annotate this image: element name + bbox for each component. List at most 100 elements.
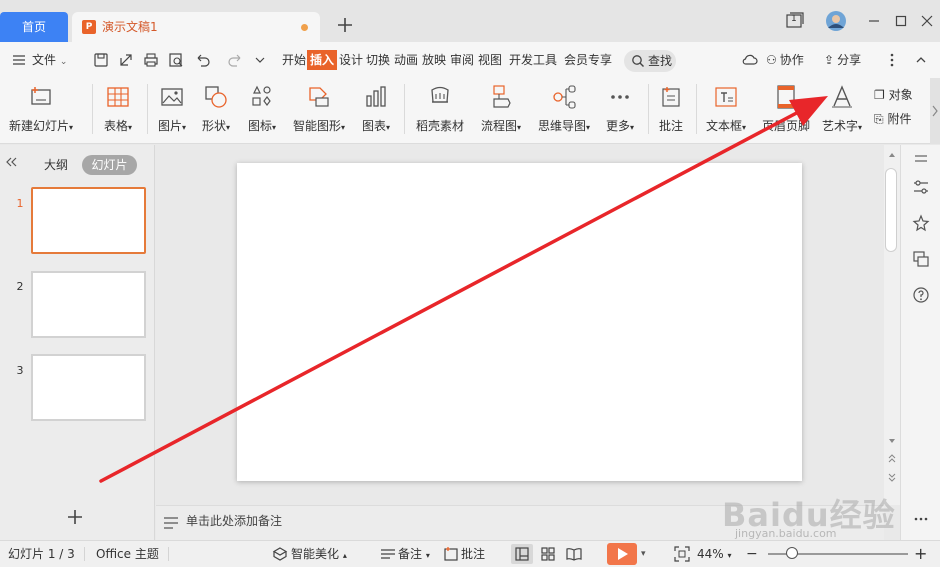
mindmap-label: 思维导图: [537, 119, 586, 133]
slide-number: 3: [16, 364, 24, 377]
slide-canvas[interactable]: [237, 163, 802, 481]
redo-icon[interactable]: [228, 52, 244, 68]
ribbon-scroll-right[interactable]: [930, 78, 940, 144]
divider: [404, 84, 405, 134]
divider: [84, 547, 85, 561]
smartart-button[interactable]: 智能图形▾: [288, 78, 350, 140]
tab-insert[interactable]: 插入: [307, 50, 338, 70]
comments-button[interactable]: 批注: [461, 541, 485, 567]
help-icon[interactable]: [912, 286, 930, 304]
slide-thumbnail-3[interactable]: [31, 354, 146, 421]
scrollbar-thumb[interactable]: [885, 168, 897, 252]
tab-transition[interactable]: 切换: [365, 50, 391, 70]
tab-slideshow[interactable]: 放映: [421, 50, 447, 70]
export-icon[interactable]: [118, 52, 134, 68]
scroll-up-icon[interactable]: [887, 151, 897, 159]
minimize-button[interactable]: [865, 12, 883, 30]
user-avatar[interactable]: [825, 10, 847, 32]
tab-home[interactable]: 首页: [0, 12, 68, 42]
sidebar-more-icon[interactable]: [912, 510, 930, 528]
more-button[interactable]: 更多▾: [600, 78, 640, 140]
print-preview-icon[interactable]: [168, 52, 184, 68]
transition-icon[interactable]: [912, 250, 930, 268]
wordart-label: 艺术字: [821, 119, 858, 133]
tab-start[interactable]: 开始: [281, 50, 307, 70]
collapse-panel-icon[interactable]: [4, 155, 18, 169]
animation-star-icon[interactable]: [912, 214, 930, 232]
chevron-down-icon: ▾: [341, 123, 346, 132]
new-slide-button[interactable]: 新建幻灯片▾: [6, 78, 76, 140]
file-menu[interactable]: 文件 ⌄: [32, 51, 67, 69]
more-label: 更多: [605, 119, 630, 133]
share-button[interactable]: ⇪ 分享: [824, 51, 861, 69]
flowchart-label: 流程图: [480, 119, 517, 133]
tab-document[interactable]: P 演示文稿1: [72, 12, 320, 42]
mindmap-button[interactable]: 思维导图▾: [532, 78, 596, 140]
search-icon: [632, 55, 644, 67]
new-tab-button[interactable]: [336, 16, 354, 34]
object-button[interactable]: ❐ 对象: [874, 86, 913, 104]
picture-button[interactable]: 图片▾: [152, 78, 192, 140]
tab-slides[interactable]: 幻灯片: [82, 155, 137, 175]
status-bar: 幻灯片 1 / 3 Office 主题 智能美化 ▴ 备注 ▾ 批注 ▾ 44%…: [0, 540, 940, 567]
tab-animation[interactable]: 动画: [393, 50, 419, 70]
slide-thumbnail-2[interactable]: [31, 271, 146, 338]
attachment-label: 附件: [887, 112, 912, 126]
flowchart-button[interactable]: 流程图▾: [474, 78, 528, 140]
cloud-sync-icon[interactable]: [741, 52, 758, 68]
wordart-button[interactable]: 艺术字▾: [818, 78, 866, 140]
chart-button[interactable]: 图表▾: [356, 78, 396, 140]
zoom-out-button[interactable]: −: [746, 541, 758, 567]
normal-view-button[interactable]: [511, 544, 533, 564]
docer-material-button[interactable]: 稻壳素材: [410, 78, 470, 140]
scroll-down-icon[interactable]: [887, 437, 897, 445]
slideshow-options-dropdown[interactable]: ▾: [641, 541, 646, 567]
fit-window-icon[interactable]: [674, 546, 690, 562]
zoom-slider-handle[interactable]: [786, 547, 798, 559]
save-icon[interactable]: [93, 52, 109, 68]
table-button[interactable]: 表格▾: [98, 78, 138, 140]
tab-design[interactable]: 设计: [338, 50, 364, 70]
tab-member[interactable]: 会员专享: [563, 50, 613, 70]
textbox-button[interactable]: 文本框▾: [700, 78, 752, 140]
reading-view-button[interactable]: [566, 546, 582, 562]
window-switch-button[interactable]: 1: [785, 12, 804, 30]
maximize-button[interactable]: [892, 12, 910, 30]
theme-name[interactable]: Office 主题: [96, 541, 159, 567]
search-box[interactable]: 查找: [624, 50, 676, 72]
prev-slide-icon[interactable]: [887, 453, 897, 463]
more-options-icon[interactable]: [888, 52, 904, 68]
tab-developer[interactable]: 开发工具: [508, 50, 558, 70]
print-icon[interactable]: [143, 52, 159, 68]
slide-thumbnail-1[interactable]: [31, 187, 146, 254]
sidebar-menu-icon[interactable]: [912, 150, 930, 168]
tab-review[interactable]: 审阅: [449, 50, 475, 70]
table-label: 表格: [103, 119, 128, 133]
chevron-down-icon: ▾: [128, 123, 133, 132]
unsaved-dot-icon: [301, 24, 308, 31]
zoom-in-button[interactable]: +: [914, 541, 927, 567]
add-slide-button[interactable]: [66, 508, 84, 526]
header-footer-button[interactable]: 页眉页脚: [758, 78, 814, 140]
comment-button[interactable]: 批注: [652, 78, 690, 140]
properties-icon[interactable]: [912, 178, 930, 196]
hamburger-icon[interactable]: [12, 53, 28, 69]
undo-icon[interactable]: [194, 52, 210, 68]
attachment-button[interactable]: ⎘ 附件: [874, 110, 911, 128]
tab-outline[interactable]: 大纲: [38, 155, 74, 175]
shapes-button[interactable]: 形状▾: [196, 78, 236, 140]
smart-beautify-button[interactable]: 智能美化 ▴: [291, 541, 347, 567]
tab-view[interactable]: 视图: [477, 50, 503, 70]
play-slideshow-button[interactable]: [607, 543, 637, 565]
icons-button[interactable]: 图标▾: [242, 78, 282, 140]
notes-toggle-button[interactable]: 备注 ▾: [398, 541, 430, 567]
zoom-level[interactable]: 44% ▾: [697, 541, 732, 567]
chevron-down-icon: ▾: [630, 123, 635, 132]
close-button[interactable]: [918, 12, 936, 30]
slide-sorter-view-button[interactable]: [540, 546, 556, 562]
header-footer-label: 页眉页脚: [761, 119, 810, 133]
collaborate-button[interactable]: ⚇ 协作: [766, 51, 804, 69]
next-slide-icon[interactable]: [887, 473, 897, 483]
collapse-ribbon-icon[interactable]: [914, 52, 930, 68]
customize-dropdown-icon[interactable]: [254, 52, 270, 68]
